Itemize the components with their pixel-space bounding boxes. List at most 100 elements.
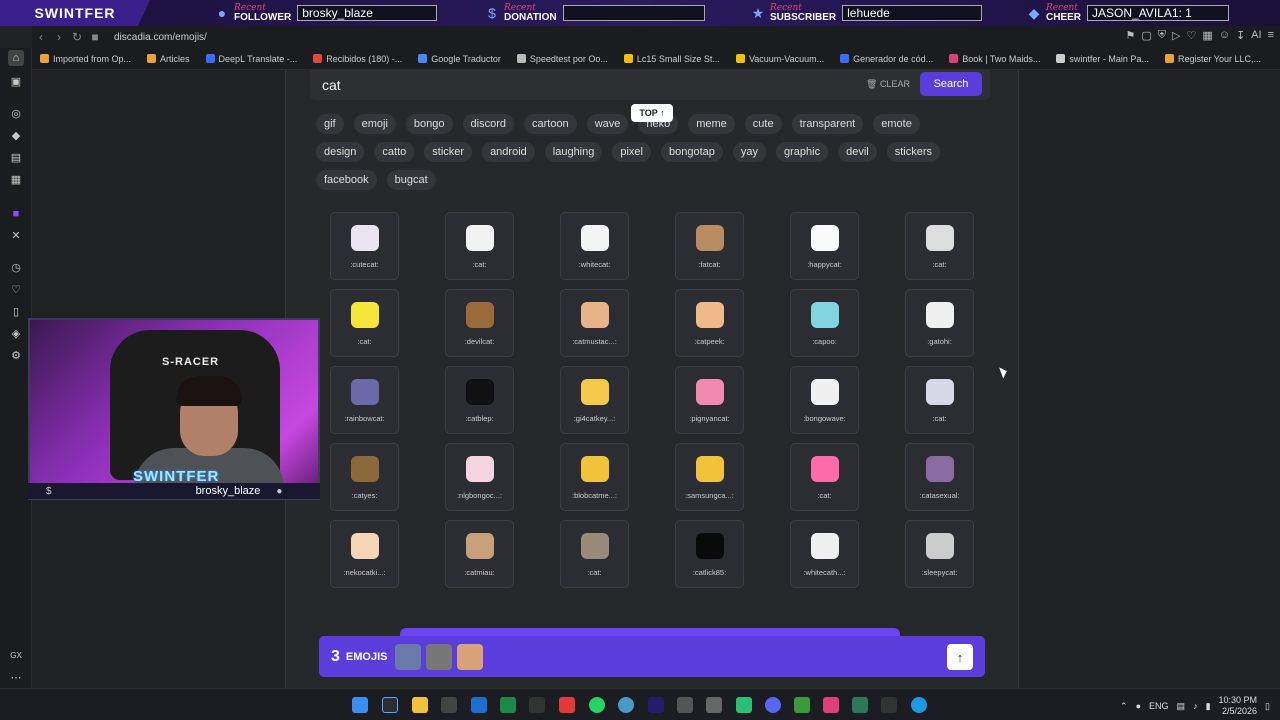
- store-icon[interactable]: [441, 697, 457, 713]
- box-icon[interactable]: ▦: [8, 172, 24, 188]
- emoji-card[interactable]: :samsungca...:: [675, 443, 744, 511]
- chart-icon[interactable]: ▤: [8, 150, 24, 166]
- notification-icon[interactable]: ▯: [1265, 701, 1270, 712]
- extension-icon[interactable]: ▦: [1202, 29, 1212, 42]
- mic-icon[interactable]: ●: [1136, 701, 1141, 711]
- emoji-card[interactable]: :capoo:: [790, 289, 859, 357]
- tray-expand-button[interactable]: ↑: [947, 644, 973, 670]
- heart-icon[interactable]: ♡: [8, 282, 24, 298]
- selected-emoji-thumb[interactable]: [457, 643, 484, 670]
- start-icon[interactable]: [352, 697, 368, 713]
- tag-chip[interactable]: yay: [732, 142, 766, 162]
- address-bar[interactable]: discadia.com/emojis/: [114, 32, 207, 43]
- search-button[interactable]: Search: [920, 72, 982, 96]
- gx-icon[interactable]: GX: [8, 648, 24, 664]
- search-input[interactable]: cat: [322, 77, 341, 93]
- tag-chip[interactable]: devil: [838, 142, 877, 162]
- app-icon[interactable]: [618, 697, 634, 713]
- selected-emoji-thumb[interactable]: [426, 643, 453, 670]
- diamond-icon[interactable]: ◆: [8, 128, 24, 144]
- clipboard-icon[interactable]: ▯: [8, 304, 24, 320]
- cube-icon[interactable]: ◈: [8, 326, 24, 342]
- emoji-card[interactable]: :catasexual:: [905, 443, 974, 511]
- app-icon[interactable]: [559, 697, 575, 713]
- emoji-card[interactable]: :cat:: [445, 212, 514, 280]
- network-icon[interactable]: ▤: [1177, 701, 1186, 712]
- bookmark-item[interactable]: Speedtest por Oo...: [516, 54, 608, 64]
- bookmark-item[interactable]: Lc15 Small Size St...: [623, 54, 720, 64]
- opera-gx-taskbar-icon[interactable]: [382, 697, 398, 713]
- emoji-card[interactable]: :nlgbongoc...:: [445, 443, 514, 511]
- x-icon[interactable]: ✕: [8, 228, 24, 244]
- emoji-card[interactable]: :cat:: [905, 366, 974, 434]
- tag-chip[interactable]: discord: [462, 114, 514, 134]
- emoji-card[interactable]: :blobcatme...:: [560, 443, 629, 511]
- reload-icon[interactable]: ↻: [68, 30, 86, 44]
- bookmark-item[interactable]: Recibidos (180) -...: [313, 54, 402, 64]
- bookmark-item[interactable]: Book | Two Maids...: [949, 54, 1040, 64]
- tag-chip[interactable]: bugcat: [386, 170, 436, 190]
- bookmark-item[interactable]: Generador de cód...: [840, 54, 933, 64]
- volume-icon[interactable]: ♪: [1193, 701, 1198, 711]
- bookmark-item[interactable]: Google Traductor: [418, 54, 501, 64]
- app-icon[interactable]: [706, 697, 722, 713]
- app-icon[interactable]: [677, 697, 693, 713]
- whatsapp-icon[interactable]: [589, 697, 605, 713]
- emoji-card[interactable]: :gi4catkey...:: [560, 366, 629, 434]
- heart-icon[interactable]: ♡: [1186, 29, 1196, 42]
- minecraft-icon[interactable]: [794, 697, 810, 713]
- bookmark-item[interactable]: swintfer - Main Pa...: [1056, 54, 1149, 64]
- clock-icon[interactable]: ◷: [8, 260, 24, 276]
- clear-button[interactable]: 🗑︎ CLEAR: [866, 79, 910, 90]
- bookmark-item[interactable]: Vacuum-Vacuum...: [735, 54, 824, 64]
- premiere-icon[interactable]: [648, 697, 664, 713]
- menu-icon[interactable]: ≡: [1268, 29, 1274, 42]
- emoji-card[interactable]: :happycat:: [790, 212, 859, 280]
- emoji-card[interactable]: :catmiau:: [445, 520, 514, 588]
- download-icon[interactable]: ↧: [1236, 29, 1245, 42]
- bookmark-item[interactable]: Register Your LLC,...: [1164, 54, 1261, 64]
- emoji-card[interactable]: :bongowave:: [790, 366, 859, 434]
- gear-icon[interactable]: ⚙: [8, 348, 24, 364]
- tag-chip[interactable]: emoji: [353, 114, 396, 134]
- tag-chip[interactable]: sticker: [424, 142, 473, 162]
- forward-icon[interactable]: ›: [50, 30, 68, 44]
- emoji-card[interactable]: :cat:: [330, 289, 399, 357]
- chevron-up-icon[interactable]: ⌃: [1120, 701, 1128, 712]
- edge-icon[interactable]: [911, 697, 927, 713]
- home-icon[interactable]: ⌂: [8, 50, 24, 66]
- emoji-card[interactable]: :catmustac...:: [560, 289, 629, 357]
- tag-chip[interactable]: stickers: [886, 142, 940, 162]
- tag-chip[interactable]: facebook: [316, 170, 377, 190]
- tag-chip[interactable]: android: [482, 142, 535, 162]
- more-icon[interactable]: ⋯: [8, 670, 24, 686]
- emoji-card[interactable]: :sleepycat:: [905, 520, 974, 588]
- bookmark-item[interactable]: Articles: [147, 54, 190, 64]
- tag-chip[interactable]: cartoon: [523, 114, 577, 134]
- emoji-card[interactable]: :nekocatki...:: [330, 520, 399, 588]
- tag-chip[interactable]: transparent: [791, 114, 864, 134]
- tag-chip[interactable]: bongo: [405, 114, 453, 134]
- emoji-card[interactable]: :whitecath...:: [790, 520, 859, 588]
- emoji-card[interactable]: :catblep:: [445, 366, 514, 434]
- tag-chip[interactable]: meme: [688, 114, 735, 134]
- tag-chip[interactable]: bongotap: [660, 142, 723, 162]
- emoji-card[interactable]: :pignyancat:: [675, 366, 744, 434]
- bookmark-item[interactable]: Imported from Op...: [40, 54, 131, 64]
- twitch-icon[interactable]: ■: [8, 206, 24, 222]
- profile-icon[interactable]: ☺: [1219, 29, 1230, 42]
- tag-chip[interactable]: catto: [374, 142, 415, 162]
- shield-icon[interactable]: ⛨: [1158, 29, 1166, 42]
- emoji-card[interactable]: :fatcat:: [675, 212, 744, 280]
- tag-chip[interactable]: emote: [873, 114, 920, 134]
- selected-emoji-thumb[interactable]: [395, 643, 422, 670]
- file-explorer-icon[interactable]: [412, 697, 428, 713]
- emoji-card[interactable]: :cat:: [560, 520, 629, 588]
- emoji-card[interactable]: :catlick85:: [675, 520, 744, 588]
- play-icon[interactable]: ▷: [1172, 29, 1180, 42]
- emoji-card[interactable]: :cat:: [905, 212, 974, 280]
- ai-button[interactable]: AI: [1251, 29, 1261, 42]
- outlook-icon[interactable]: [471, 697, 487, 713]
- tag-chip[interactable]: design: [316, 142, 365, 162]
- emoji-card[interactable]: :gatohi:: [905, 289, 974, 357]
